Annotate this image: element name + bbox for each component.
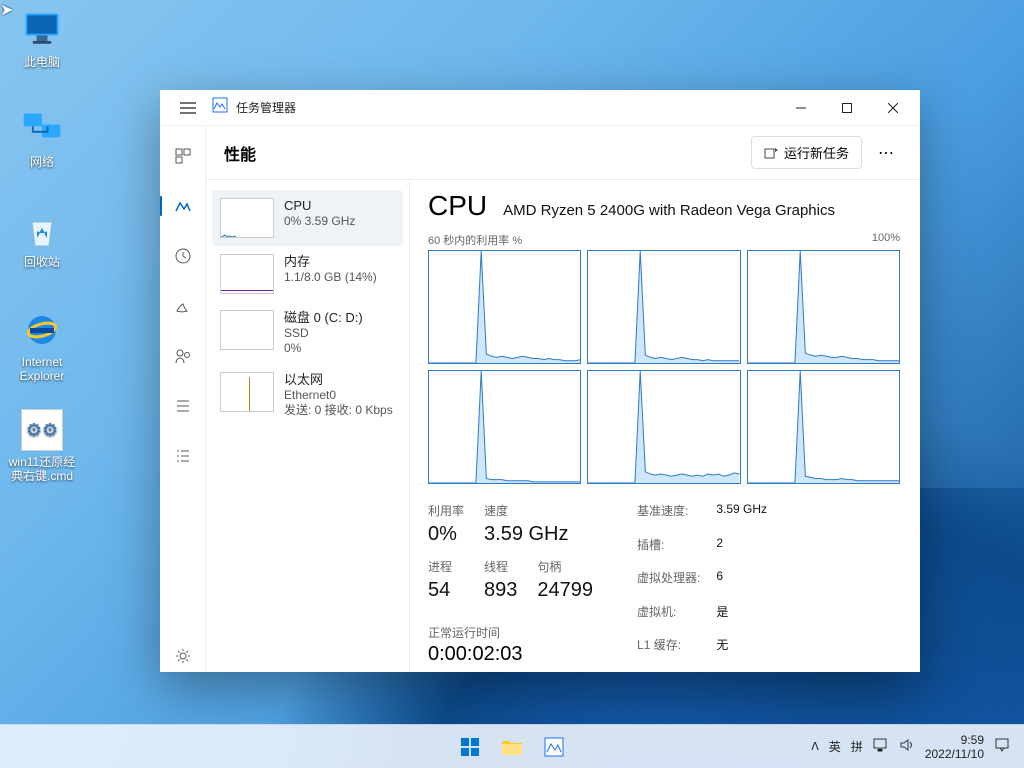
tray-overflow-icon[interactable]: ᐱ <box>811 740 819 753</box>
list-item-ethernet[interactable]: 以太网Ethernet0发送: 0 接收: 0 Kbps <box>212 364 403 426</box>
volume-icon[interactable] <box>899 738 915 755</box>
run-new-task-button[interactable]: 运行新任务 <box>751 136 862 169</box>
mouse-cursor: ➤ <box>0 0 13 20</box>
start-button[interactable] <box>452 729 488 765</box>
icon-label: Internet Explorer <box>6 355 78 383</box>
maximize-button[interactable] <box>824 92 870 124</box>
cpu-charts <box>428 250 900 484</box>
ime-lang[interactable]: 英 <box>829 738 841 755</box>
icon-label: 回收站 <box>6 255 78 269</box>
list-item-cpu[interactable]: CPU0% 3.59 GHz <box>212 190 403 246</box>
run-task-label: 运行新任务 <box>784 143 849 162</box>
network-icon[interactable] <box>873 738 889 755</box>
cpu-chart-4 <box>587 370 740 484</box>
desktop-icon-cmd-file[interactable]: ⚙⚙ win11还原经典右键.cmd <box>6 408 78 483</box>
desktop-icon-recycle-bin[interactable]: 回收站 <box>6 208 78 269</box>
desktop-icon-this-pc[interactable]: 此电脑 <box>6 8 78 69</box>
util-value: 0% <box>428 523 464 546</box>
resource-list: CPU0% 3.59 GHz 内存1.1/8.0 GB (14%) 磁盘 0 (… <box>206 180 410 672</box>
title-bar[interactable]: 任务管理器 <box>160 90 920 126</box>
list-item-memory[interactable]: 内存1.1/8.0 GB (14%) <box>212 246 403 302</box>
ime-mode[interactable]: 拼 <box>851 738 863 755</box>
more-button[interactable]: ⋯ <box>870 137 902 169</box>
taskbar: ᐱ 英 拼 9:59 2022/11/10 <box>0 724 1024 768</box>
axis-left-label: 60 秒内的利用率 % <box>428 232 522 248</box>
uptime-value: 0:00:02:03 <box>428 643 593 666</box>
nav-app-history[interactable] <box>167 240 199 272</box>
threads-value: 893 <box>484 579 517 602</box>
cpu-chart-3 <box>428 370 581 484</box>
side-nav <box>160 126 206 672</box>
taskbar-task-manager[interactable] <box>536 729 572 765</box>
minimize-button[interactable] <box>778 92 824 124</box>
run-task-icon <box>764 146 778 160</box>
cpu-chart-5 <box>747 370 900 484</box>
speed-value: 3.59 GHz <box>484 523 593 546</box>
list-item-disk[interactable]: 磁盘 0 (C: D:)SSD0% <box>212 302 403 364</box>
handles-value: 24799 <box>537 579 593 602</box>
cpu-chart-0 <box>428 250 581 364</box>
detail-title: CPU <box>428 190 487 222</box>
cpu-chart-1 <box>587 250 740 364</box>
window-title: 任务管理器 <box>236 99 296 116</box>
icon-label: win11还原经典右键.cmd <box>6 455 78 483</box>
nav-performance[interactable] <box>167 190 199 222</box>
nav-settings[interactable] <box>167 640 199 672</box>
proc-value: 54 <box>428 579 464 602</box>
close-button[interactable] <box>870 92 916 124</box>
nav-details[interactable] <box>167 390 199 422</box>
nav-startup[interactable] <box>167 290 199 322</box>
desktop-icon-ie[interactable]: Internet Explorer <box>6 308 78 383</box>
nav-users[interactable] <box>167 340 199 372</box>
cpu-model: AMD Ryzen 5 2400G with Radeon Vega Graph… <box>503 202 835 219</box>
nav-services[interactable] <box>167 440 199 472</box>
icon-label: 网络 <box>6 155 78 169</box>
taskbar-explorer[interactable] <box>494 729 530 765</box>
page-title: 性能 <box>224 141 256 165</box>
cpu-specs: 基准速度:3.59 GHz 插槽:2 虚拟处理器:6 虚拟机:是 L1 缓存:无 <box>637 502 767 666</box>
axis-right-label: 100% <box>872 232 900 248</box>
clock[interactable]: 9:59 2022/11/10 <box>925 733 984 761</box>
notifications-icon[interactable] <box>994 737 1010 756</box>
icon-label: 此电脑 <box>6 55 78 69</box>
hamburger-button[interactable] <box>172 94 204 122</box>
nav-processes[interactable] <box>167 140 199 172</box>
task-manager-window: 任务管理器 性能 运行新任务 ⋯ <box>160 90 920 672</box>
cpu-chart-2 <box>747 250 900 364</box>
desktop-icon-network[interactable]: 网络 <box>6 108 78 169</box>
app-icon <box>212 97 228 118</box>
